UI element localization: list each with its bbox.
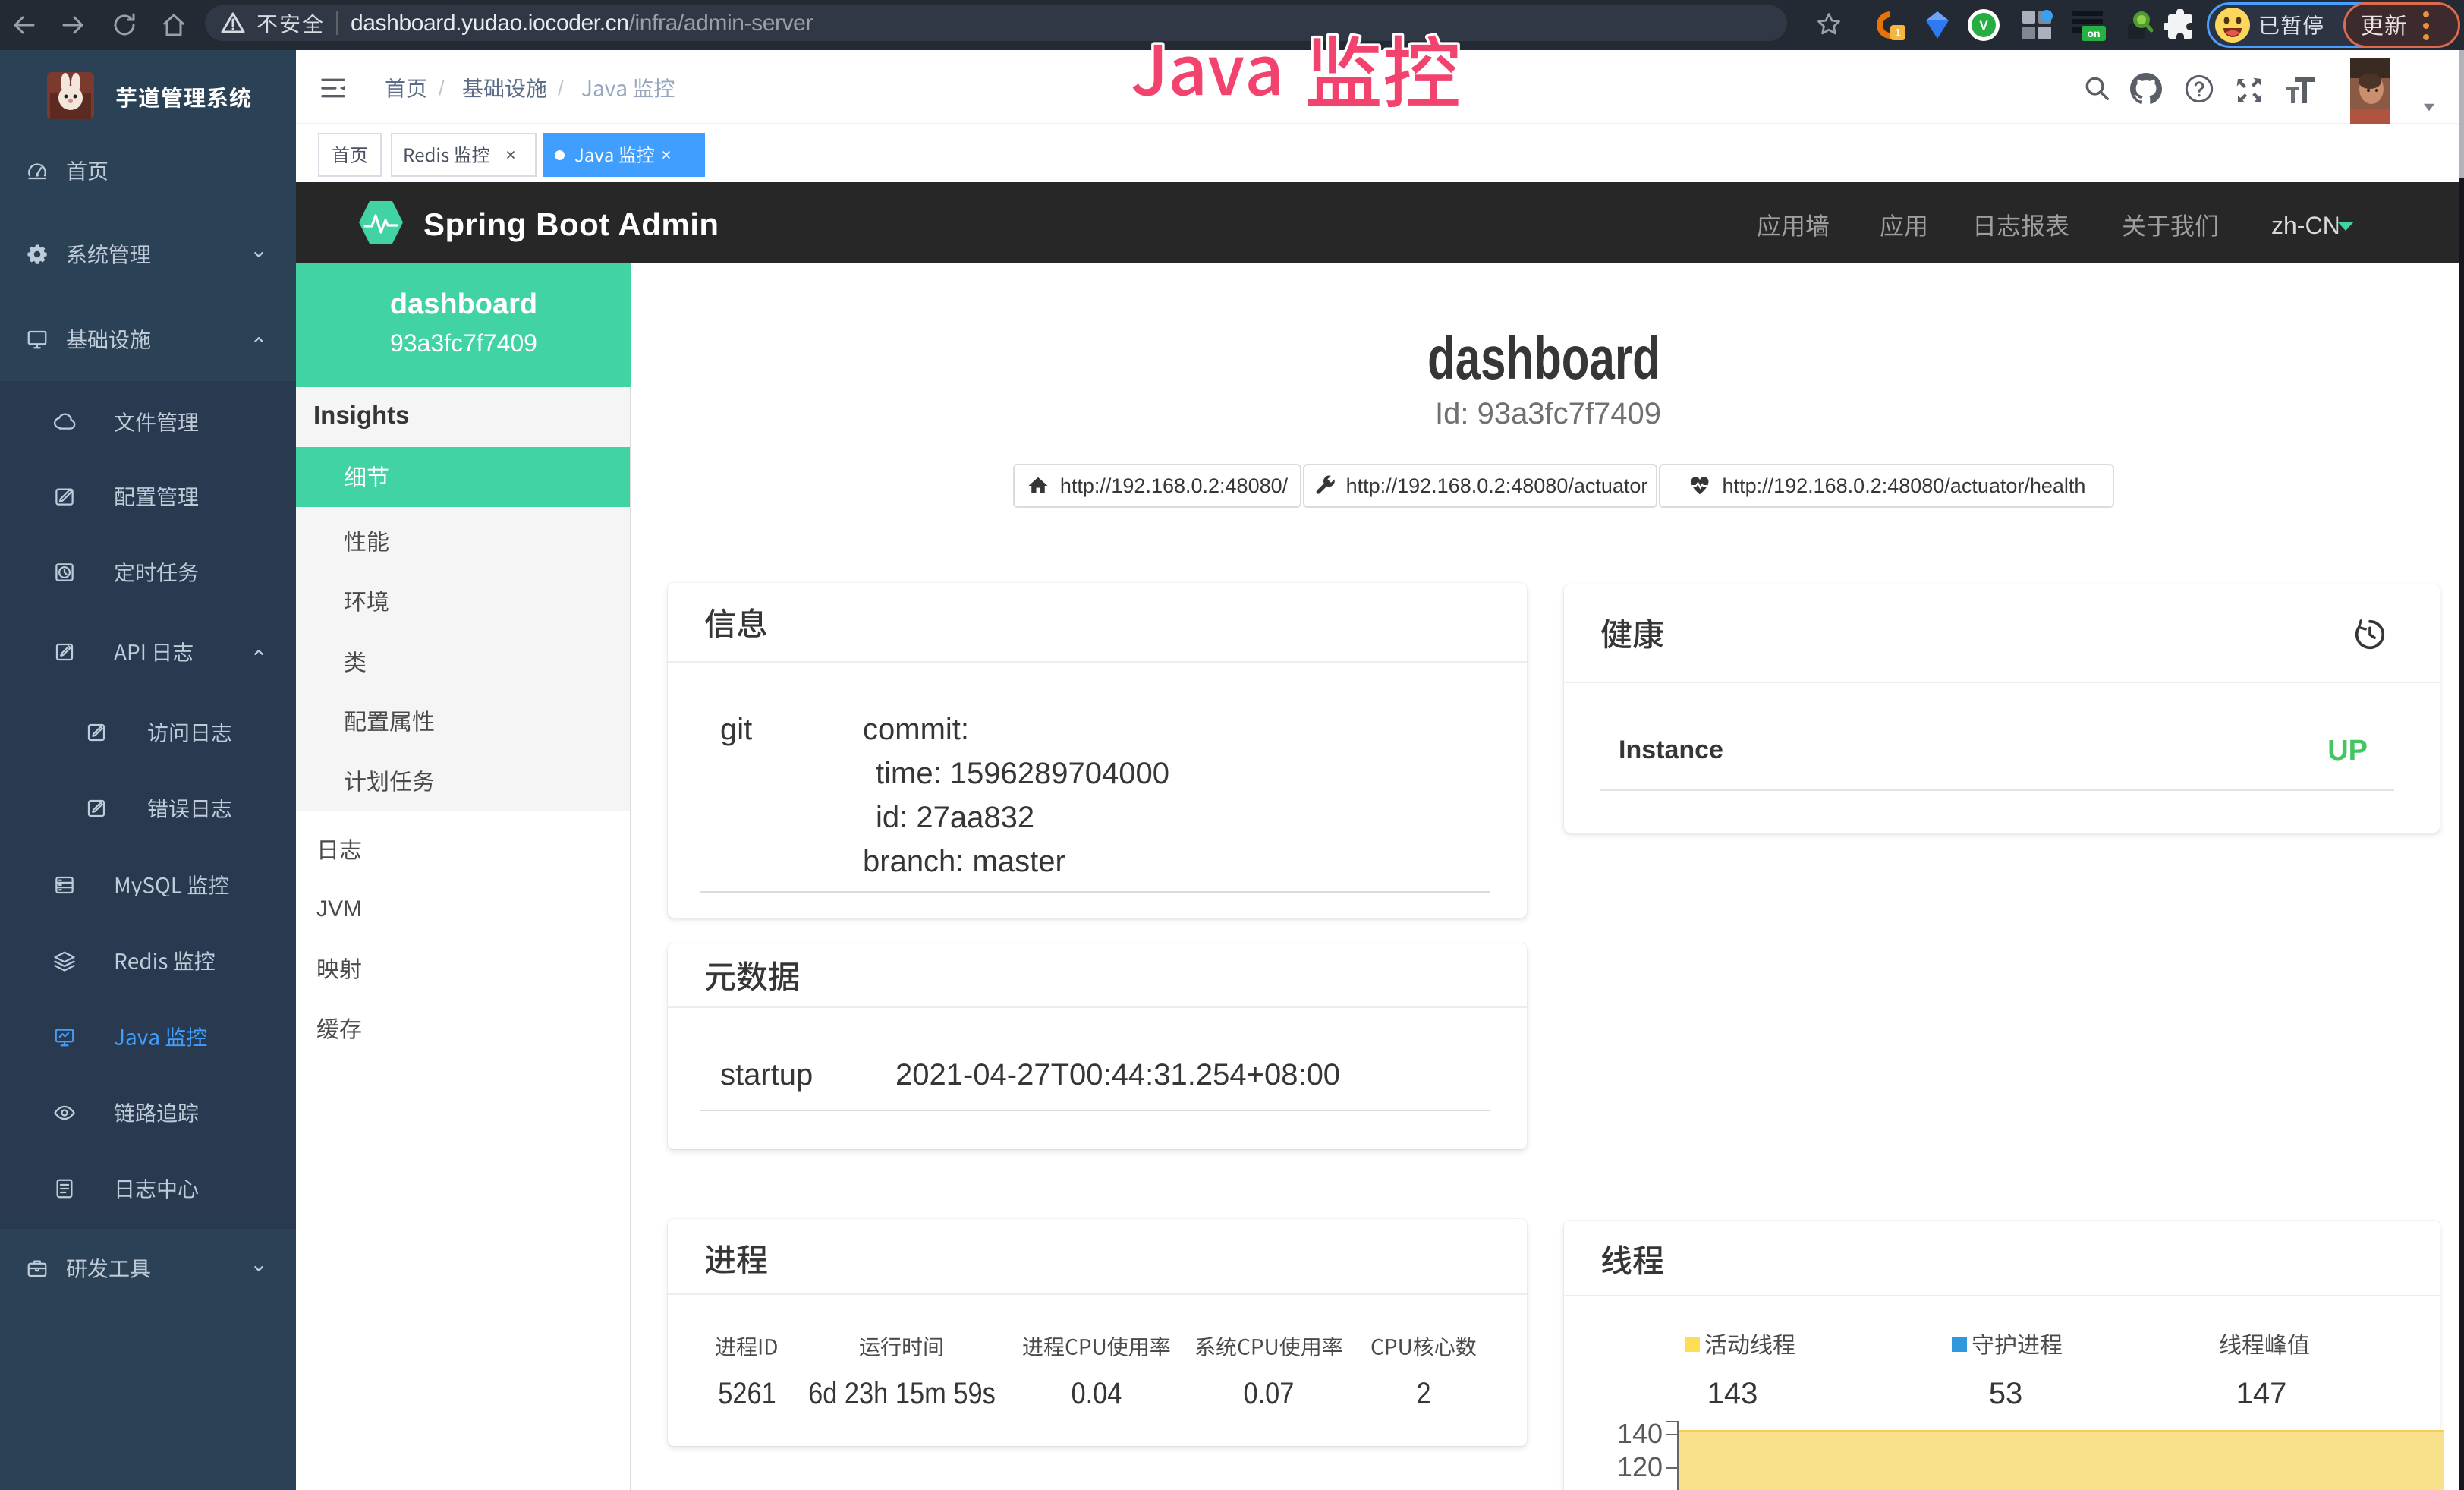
svg-text:V: V — [1979, 18, 1988, 33]
svg-text:on: on — [2087, 27, 2100, 39]
svg-text:1: 1 — [1895, 27, 1901, 39]
